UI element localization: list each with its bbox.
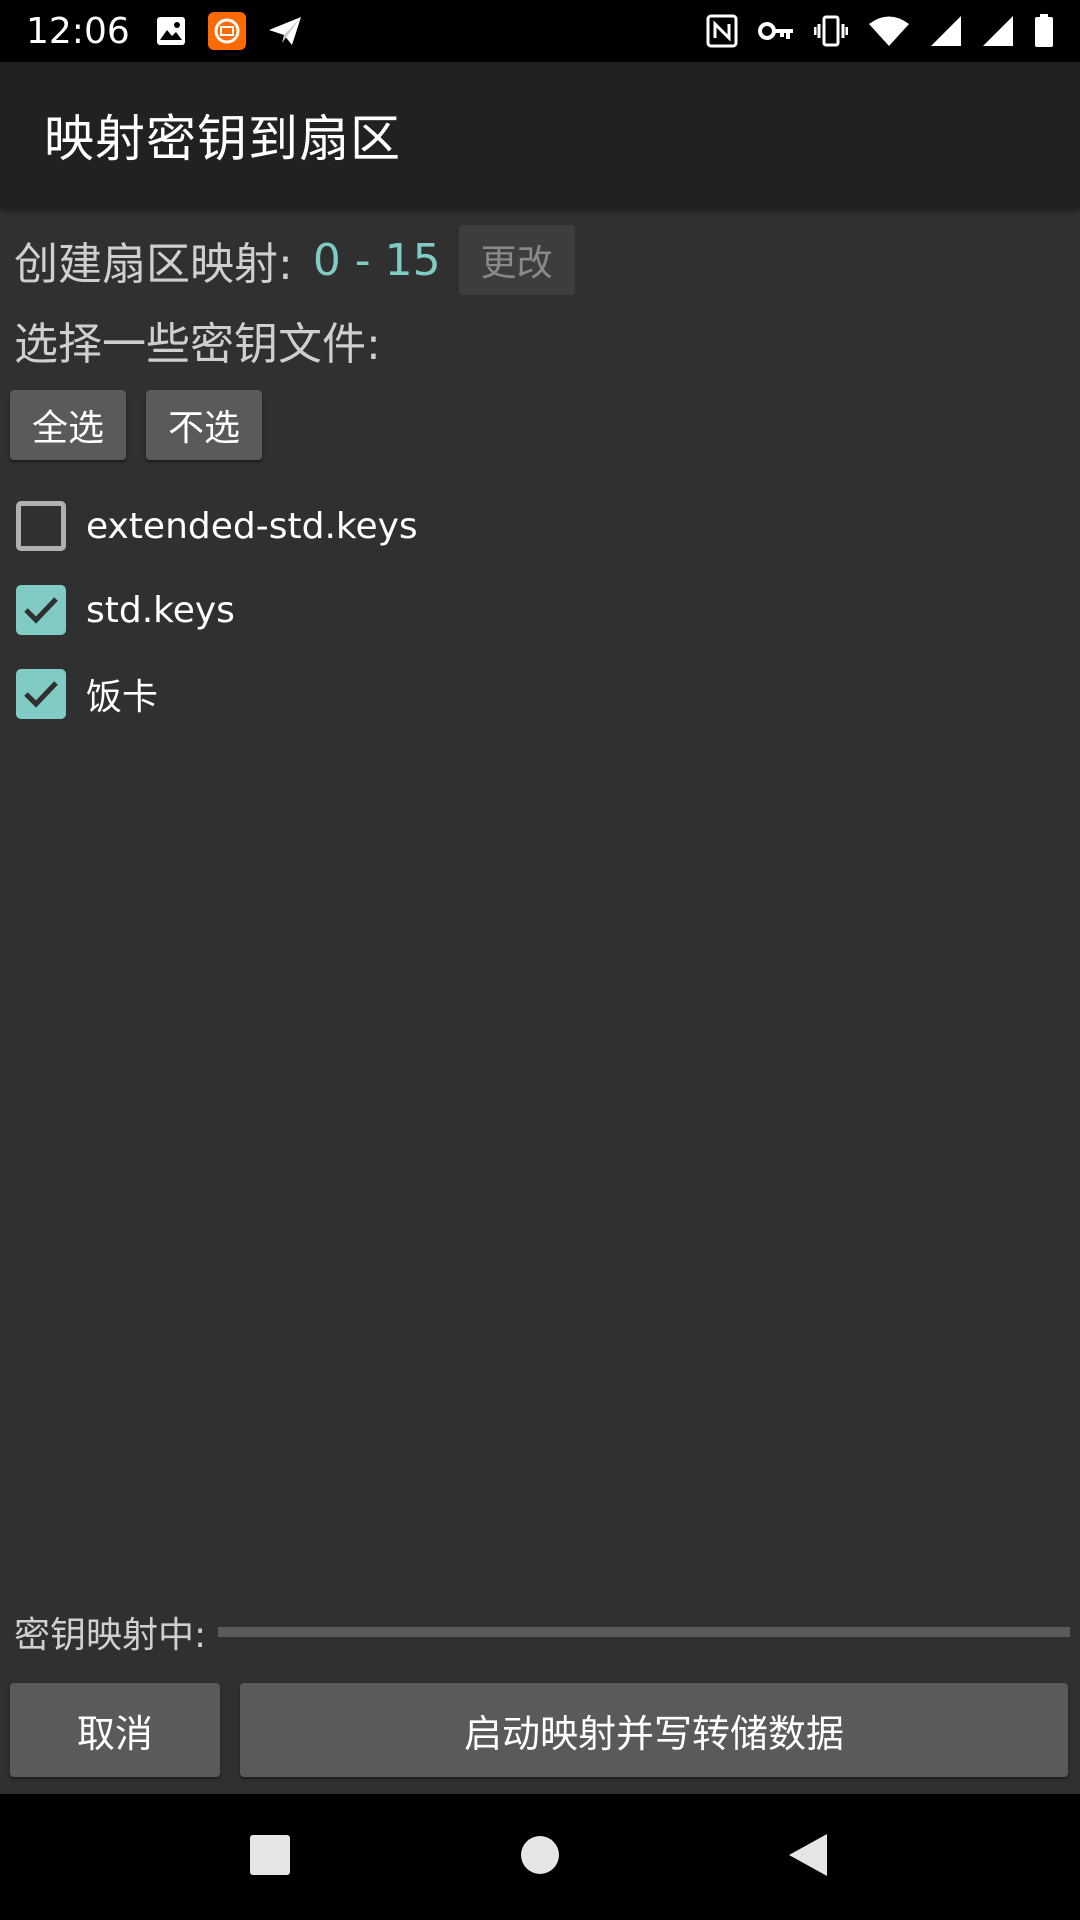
battery-icon	[1034, 14, 1054, 48]
nfc-icon	[706, 14, 738, 48]
signal-icon-2	[982, 15, 1014, 47]
key-file-name: std.keys	[86, 589, 235, 631]
sector-range-value: 0 - 15	[312, 234, 441, 286]
app-bar: 映射密钥到扇区	[0, 62, 1080, 208]
sector-mapping-row: 创建扇区映射: 0 - 15 更改	[14, 224, 575, 296]
screen: 12:06 映射密钥到扇区 创建扇区映射: 0 - 15 更改 选择一些密钥文件…	[0, 0, 1080, 1920]
recents-icon[interactable]	[249, 1834, 291, 1880]
home-icon[interactable]	[520, 1835, 560, 1879]
checkbox-checked[interactable]	[16, 669, 66, 719]
mi-app-icon	[207, 12, 246, 50]
change-button[interactable]: 更改	[458, 225, 575, 295]
checkbox-checked[interactable]	[16, 585, 66, 635]
progress-label: 密钥映射中:	[14, 1615, 207, 1656]
status-right-icons	[706, 14, 1054, 48]
wifi-icon	[868, 15, 910, 47]
key-file-name: extended-std.keys	[86, 505, 418, 547]
status-bar: 12:06	[0, 0, 1080, 62]
sector-mapping-label: 创建扇区映射:	[14, 239, 293, 290]
key-file-list: extended-std.keys std.keys 饭卡	[16, 484, 1056, 736]
check-icon	[24, 681, 58, 708]
key-file-item[interactable]: extended-std.keys	[16, 484, 1056, 568]
vibrate-icon	[814, 14, 848, 48]
select-none-button[interactable]: 不选	[146, 390, 262, 460]
send-icon	[268, 16, 302, 46]
select-all-button[interactable]: 全选	[10, 390, 126, 460]
checkbox-unchecked[interactable]	[16, 501, 66, 551]
bottom-buttons: 取消 启动映射并写转储数据	[10, 1683, 1068, 1777]
key-file-item[interactable]: 饭卡	[16, 652, 1056, 736]
back-icon[interactable]	[788, 1833, 828, 1881]
signal-icon	[930, 15, 962, 47]
choose-key-files-label: 选择一些密钥文件:	[14, 319, 381, 370]
navigation-bar	[0, 1794, 1080, 1920]
key-icon	[758, 20, 794, 42]
progress-bar	[218, 1627, 1070, 1637]
progress-row: 密钥映射中:	[14, 1604, 1070, 1660]
check-icon	[24, 597, 58, 624]
status-time: 12:06	[26, 10, 130, 52]
status-left-icons	[156, 12, 302, 50]
key-file-name: 饭卡	[86, 677, 159, 718]
cancel-button[interactable]: 取消	[10, 1683, 220, 1777]
select-buttons: 全选 不选	[10, 390, 262, 460]
app-title: 映射密钥到扇区	[44, 110, 401, 168]
start-mapping-button[interactable]: 启动映射并写转储数据	[240, 1683, 1068, 1777]
key-file-item[interactable]: std.keys	[16, 568, 1056, 652]
image-icon	[156, 16, 186, 46]
